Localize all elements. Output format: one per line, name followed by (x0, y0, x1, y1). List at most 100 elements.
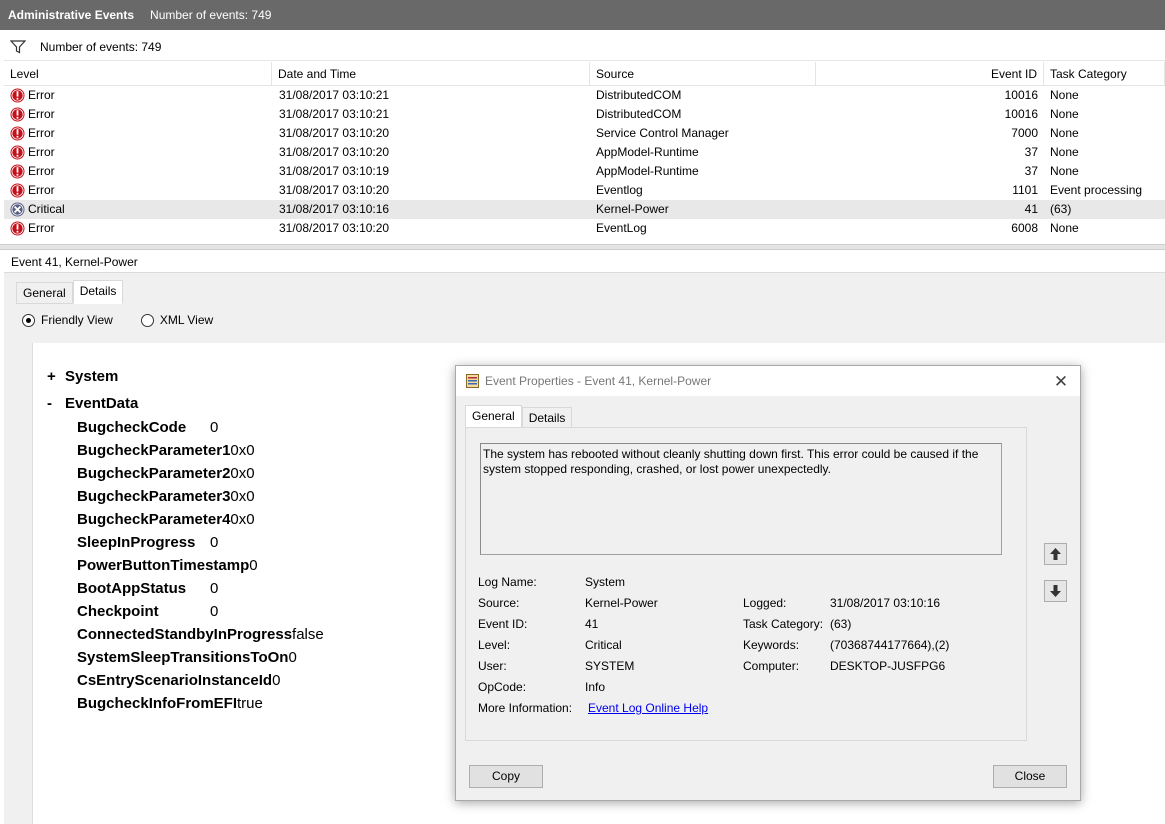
xml-view-option[interactable]: XML View (140, 313, 213, 327)
field-row: ConnectedStandbyInProgress false (77, 623, 324, 646)
window-titlebar: Administrative Events Number of events: … (0, 0, 1165, 30)
next-event-button[interactable] (1044, 580, 1067, 602)
table-header: Level Date and Time Source Event ID Task… (4, 62, 1165, 86)
table-row[interactable]: Error 31/08/2017 03:10:20 Service Contro… (4, 124, 1165, 143)
close-icon[interactable]: ✕ (1052, 372, 1070, 392)
field-name: BootAppStatus (77, 580, 187, 597)
field-row: BugcheckCode 0 (77, 416, 324, 439)
field-value: 0 (272, 672, 281, 689)
column-header-category[interactable]: Task Category (1044, 62, 1165, 86)
event-viewer-icon (466, 374, 479, 388)
field-name: BugcheckParameter2 (77, 465, 231, 482)
cell-source: Eventlog (596, 183, 643, 197)
pane-splitter[interactable] (0, 244, 1165, 250)
event-description[interactable]: The system has rebooted without cleanly … (480, 443, 1002, 555)
cell-datetime: 31/08/2017 03:10:21 (279, 88, 390, 102)
event-log-online-help-link[interactable]: Event Log Online Help (588, 698, 708, 719)
close-button[interactable]: Close (993, 765, 1067, 788)
error-icon (10, 126, 25, 141)
field-row: BugcheckParameter4 0x0 (77, 508, 324, 531)
column-header-eventid[interactable]: Event ID (816, 62, 1044, 86)
cell-eventid: 7000 (1011, 126, 1038, 140)
cell-source: Kernel-Power (596, 202, 669, 216)
dialog-tab-general[interactable]: General (465, 405, 522, 429)
collapse-toggle[interactable]: - (47, 395, 65, 412)
table-row[interactable]: Error 31/08/2017 03:10:20 Eventlog 1101 … (4, 181, 1165, 200)
value-user: SYSTEM (585, 659, 635, 673)
cell-level: Error (28, 126, 55, 140)
cell-source: DistributedCOM (596, 107, 682, 121)
field-name: SleepInProgress (77, 534, 196, 551)
cell-category: (63) (1050, 202, 1072, 216)
field-name: BugcheckInfoFromEFI (77, 695, 238, 712)
table-row-selected[interactable]: Critical 31/08/2017 03:10:16 Kernel-Powe… (4, 200, 1165, 219)
cell-category: None (1050, 126, 1079, 140)
tree-node-system[interactable]: + System (47, 363, 138, 390)
value-keywords: (70368744177664),(2) (830, 638, 950, 652)
value-log-name: System (585, 575, 626, 589)
field-row: Checkpoint 0 (77, 600, 324, 623)
field-value: 0x0 (230, 465, 255, 482)
table-row[interactable]: Error 31/08/2017 03:10:21 DistributedCOM… (4, 86, 1165, 105)
cell-level: Error (28, 221, 55, 235)
dialog-tabs: General Details (465, 405, 573, 429)
xml-view-radio[interactable] (140, 313, 154, 327)
value-logged: 31/08/2017 03:10:16 (830, 596, 941, 610)
column-header-source[interactable]: Source (590, 62, 816, 86)
field-value: 0 (288, 649, 297, 666)
funnel-icon[interactable] (10, 39, 26, 54)
dialog-title: Event Properties - Event 41, Kernel-Powe… (485, 374, 712, 388)
view-title: Administrative Events (8, 8, 135, 22)
table-row[interactable]: Error 31/08/2017 03:10:20 EventLog 6008 … (4, 219, 1165, 238)
event-header: Event 41, Kernel-Power (4, 251, 1165, 273)
cell-datetime: 31/08/2017 03:10:20 (279, 221, 390, 235)
column-header-level[interactable]: Level (4, 62, 272, 86)
table-row[interactable]: Error 31/08/2017 03:10:20 AppModel-Runti… (4, 143, 1165, 162)
event-tree: + System - EventData (47, 363, 138, 417)
field-row: SleepInProgress 0 (77, 531, 324, 554)
tab-details[interactable]: Details (72, 280, 124, 304)
tab-general[interactable]: General (16, 282, 73, 304)
field-name: Checkpoint (77, 603, 159, 620)
field-name: PowerButtonTimestamp (77, 557, 250, 574)
field-row: PowerButtonTimestamp 0 (77, 554, 324, 577)
copy-button[interactable]: Copy (469, 765, 543, 788)
cell-eventid: 6008 (1011, 221, 1038, 235)
dialog-titlebar[interactable]: Event Properties - Event 41, Kernel-Powe… (456, 366, 1080, 396)
cell-level: Error (28, 183, 55, 197)
cell-source: AppModel-Runtime (596, 164, 699, 178)
field-value: 0 (249, 557, 258, 574)
label-more-info: More Information: (478, 701, 573, 715)
field-row: BugcheckParameter1 0x0 (77, 439, 324, 462)
cell-datetime: 31/08/2017 03:10:19 (279, 164, 390, 178)
field-row: SystemSleepTransitionsToOn 0 (77, 646, 324, 669)
field-row: BootAppStatus 0 (77, 577, 324, 600)
table-row[interactable]: Error 31/08/2017 03:10:21 DistributedCOM… (4, 105, 1165, 124)
field-value: 0x0 (230, 442, 255, 459)
cell-level: Error (28, 88, 55, 102)
table-row[interactable]: Error 31/08/2017 03:10:19 AppModel-Runti… (4, 162, 1165, 181)
value-event-id: 41 (585, 617, 599, 631)
tree-node-eventdata[interactable]: - EventData (47, 390, 138, 417)
cell-eventid: 1101 (1012, 183, 1038, 197)
event-count-title: Number of events: 749 (150, 8, 272, 22)
field-value: true (237, 695, 263, 712)
cell-eventid: 10016 (1004, 88, 1038, 102)
detail-tabs: General Details (16, 280, 124, 304)
previous-event-button[interactable] (1044, 543, 1067, 565)
friendly-view-option[interactable]: Friendly View (22, 313, 113, 327)
column-header-datetime[interactable]: Date and Time (272, 62, 590, 86)
field-value: 0 (210, 534, 219, 551)
cell-eventid: 37 (1024, 164, 1038, 178)
error-icon (10, 221, 25, 236)
expand-toggle[interactable]: + (47, 368, 65, 385)
field-row: BugcheckInfoFromEFI true (77, 692, 324, 715)
friendly-view-radio[interactable] (22, 313, 35, 327)
field-name: CsEntryScenarioInstanceId (77, 672, 273, 689)
error-icon (10, 164, 25, 179)
dialog-tab-details[interactable]: Details (521, 407, 573, 429)
field-name: BugcheckParameter3 (77, 488, 231, 505)
tree-node-label: System (65, 368, 119, 385)
label-opcode: OpCode: (478, 680, 527, 694)
cell-level: Critical (28, 202, 65, 216)
